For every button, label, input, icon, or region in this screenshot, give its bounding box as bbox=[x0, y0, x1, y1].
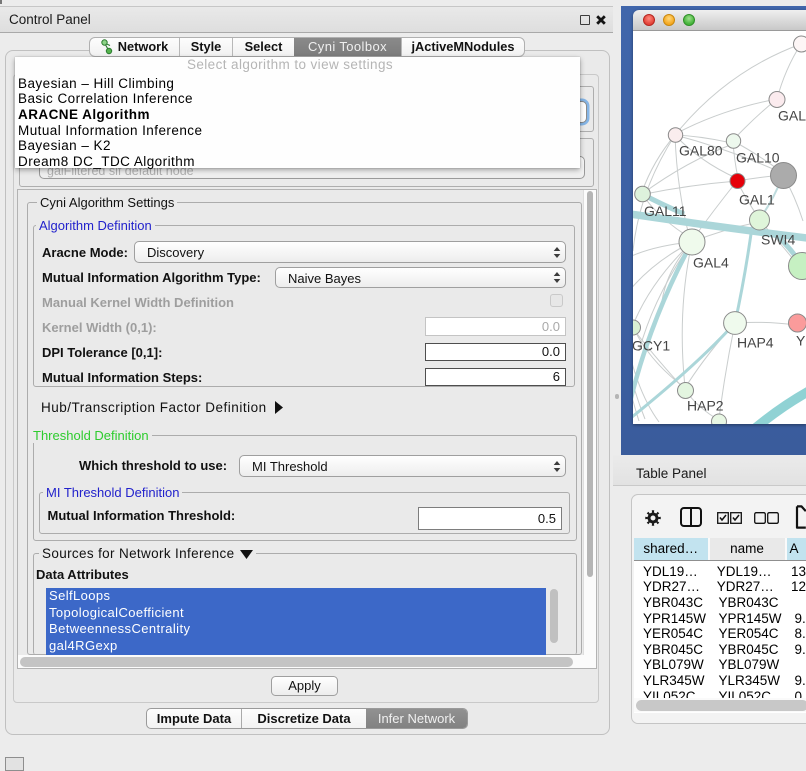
svg-text:GAL4: GAL4 bbox=[693, 255, 729, 271]
svg-text:GCY1: GCY1 bbox=[633, 338, 670, 354]
svg-text:SWI4: SWI4 bbox=[761, 232, 795, 248]
svg-text:GAL11: GAL11 bbox=[644, 203, 687, 219]
svg-text:GAL10: GAL10 bbox=[736, 150, 780, 166]
svg-text:HAP4: HAP4 bbox=[737, 335, 774, 351]
svg-text:HAP2: HAP2 bbox=[687, 398, 724, 414]
svg-text:GAL80: GAL80 bbox=[679, 143, 723, 159]
svg-text:GAL7: GAL7 bbox=[778, 108, 806, 124]
svg-text:YE: YE bbox=[796, 333, 806, 349]
svg-text:GAL1: GAL1 bbox=[739, 192, 775, 208]
